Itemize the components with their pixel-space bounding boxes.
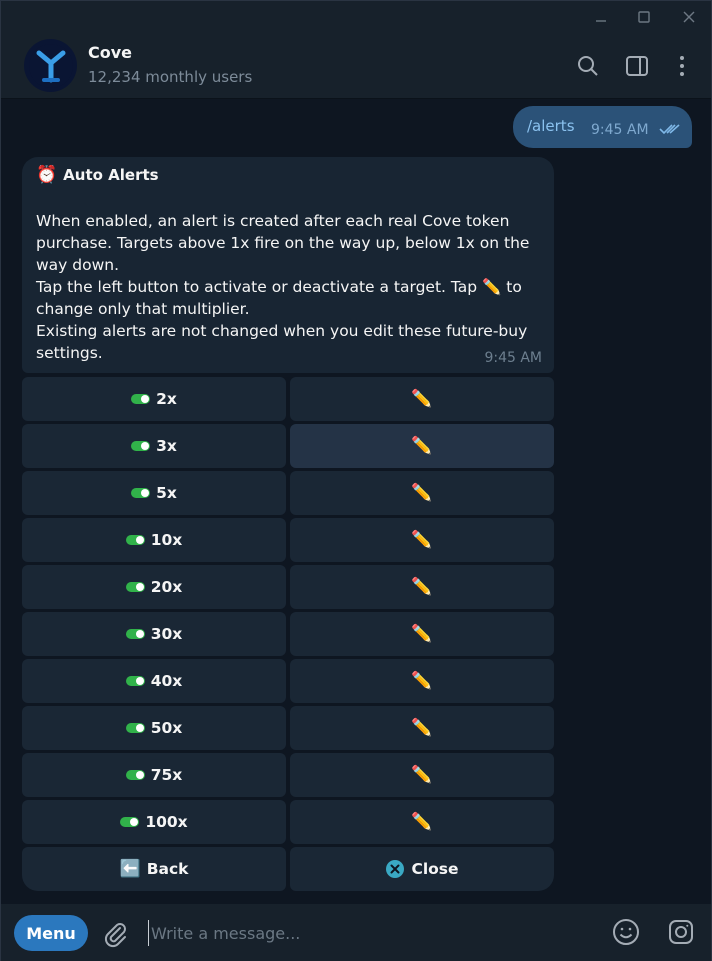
chat-subtitle: 12,234 monthly users <box>88 68 253 86</box>
target-toggle-button[interactable]: 20x <box>22 565 286 609</box>
toggle-on-icon <box>125 770 145 780</box>
target-toggle-button[interactable]: 50x <box>22 706 286 750</box>
back-label: Back <box>146 860 189 878</box>
target-toggle-button[interactable]: 10x <box>22 518 286 562</box>
pencil-icon: ✏️ <box>411 765 433 785</box>
target-label: 10x <box>150 531 183 549</box>
target-toggle-button[interactable]: 40x <box>22 659 286 703</box>
target-toggle-button[interactable]: 30x <box>22 612 286 656</box>
toggle-on-icon <box>125 676 145 686</box>
target-toggle-button[interactable]: 3x <box>22 424 286 468</box>
pencil-icon: ✏️ <box>411 624 433 644</box>
target-label: 30x <box>150 625 183 643</box>
edit-multiplier-button[interactable]: ✏️ <box>290 565 554 609</box>
pencil-icon: ✏️ <box>411 718 433 738</box>
message-line: Tap the left button to activate or deact… <box>36 278 522 318</box>
edit-multiplier-button[interactable]: ✏️ <box>290 706 554 750</box>
search-icon[interactable] <box>573 51 603 81</box>
back-button[interactable]: ⬅️ Back <box>22 847 286 891</box>
close-button[interactable]: Close <box>290 847 554 891</box>
more-vertical-icon[interactable] <box>667 51 697 81</box>
pencil-icon: ✏️ <box>411 436 433 456</box>
outgoing-message[interactable]: /alerts 9:45 AM <box>513 106 692 148</box>
close-circle-icon <box>386 860 405 878</box>
paperclip-icon[interactable] <box>100 918 130 948</box>
emoji-icon[interactable] <box>611 917 641 947</box>
title-bar <box>1 1 711 32</box>
target-toggle-button[interactable]: 75x <box>22 753 286 797</box>
message-line: When enabled, an alert is created after … <box>36 212 530 274</box>
message-title: ⏰ Auto Alerts <box>36 165 159 185</box>
edit-multiplier-button[interactable]: ✏️ <box>290 753 554 797</box>
target-toggle-button[interactable]: 2x <box>22 377 286 421</box>
pencil-icon: ✏️ <box>411 671 433 691</box>
message-input[interactable] <box>148 920 578 946</box>
target-label: 100x <box>145 813 188 831</box>
close-label: Close <box>411 860 459 878</box>
instagram-icon[interactable] <box>666 917 696 947</box>
target-label: 20x <box>150 578 183 596</box>
sidebar-toggle-icon[interactable] <box>622 51 652 81</box>
toggle-on-icon <box>131 441 151 451</box>
pencil-icon: ✏️ <box>411 812 433 832</box>
avatar[interactable] <box>24 39 77 92</box>
edit-multiplier-button[interactable]: ✏️ <box>290 424 554 468</box>
target-label: 2x <box>156 390 177 408</box>
toggle-on-icon <box>125 582 145 592</box>
message-list[interactable]: /alerts 9:45 AM ⏰ Auto Alerts When enabl… <box>1 99 711 904</box>
message-line: Existing alerts are not changed when you… <box>36 322 528 362</box>
alarm-clock-icon: ⏰ <box>36 165 58 185</box>
back-arrow-icon: ⬅️ <box>119 859 141 879</box>
target-label: 5x <box>156 484 177 502</box>
minimize-icon[interactable] <box>589 5 613 29</box>
pencil-icon: ✏️ <box>411 483 433 503</box>
target-label: 75x <box>150 766 183 784</box>
double-check-icon <box>659 124 680 135</box>
edit-multiplier-button[interactable]: ✏️ <box>290 659 554 703</box>
outgoing-message-text[interactable]: /alerts <box>527 117 575 135</box>
toggle-on-icon <box>120 817 140 827</box>
toggle-on-icon <box>125 535 145 545</box>
edit-multiplier-button[interactable]: ✏️ <box>290 800 554 844</box>
toggle-on-icon <box>131 488 151 498</box>
incoming-message[interactable]: ⏰ Auto Alerts When enabled, an alert is … <box>22 157 554 373</box>
toggle-on-icon <box>131 394 151 404</box>
target-label: 50x <box>150 719 183 737</box>
target-toggle-button[interactable]: 5x <box>22 471 286 515</box>
cove-logo-icon <box>28 43 73 88</box>
telegram-window: Cove 12,234 monthly users /alerts 9:45 A… <box>0 0 712 961</box>
edit-multiplier-button[interactable]: ✏️ <box>290 612 554 656</box>
edit-multiplier-button[interactable]: ✏️ <box>290 377 554 421</box>
pencil-icon: ✏️ <box>411 389 433 409</box>
pencil-icon: ✏️ <box>411 530 433 550</box>
pencil-icon: ✏️ <box>411 577 433 597</box>
chat-header[interactable]: Cove 12,234 monthly users <box>1 32 711 99</box>
edit-multiplier-button[interactable]: ✏️ <box>290 518 554 562</box>
message-title-text: Auto Alerts <box>63 166 159 184</box>
toggle-on-icon <box>125 629 145 639</box>
target-label: 3x <box>156 437 177 455</box>
target-toggle-button[interactable]: 100x <box>22 800 286 844</box>
toggle-on-icon <box>125 723 145 733</box>
maximize-icon[interactable] <box>632 5 656 29</box>
message-body: When enabled, an alert is created after … <box>36 210 548 364</box>
menu-button[interactable]: Menu <box>14 915 88 951</box>
chat-title: Cove <box>88 43 133 62</box>
edit-multiplier-button[interactable]: ✏️ <box>290 471 554 515</box>
target-label: 40x <box>150 672 183 690</box>
composer: Menu <box>1 904 711 961</box>
close-icon[interactable] <box>677 5 701 29</box>
message-time: 9:45 AM <box>591 122 649 138</box>
message-time: 9:45 AM <box>484 350 542 366</box>
